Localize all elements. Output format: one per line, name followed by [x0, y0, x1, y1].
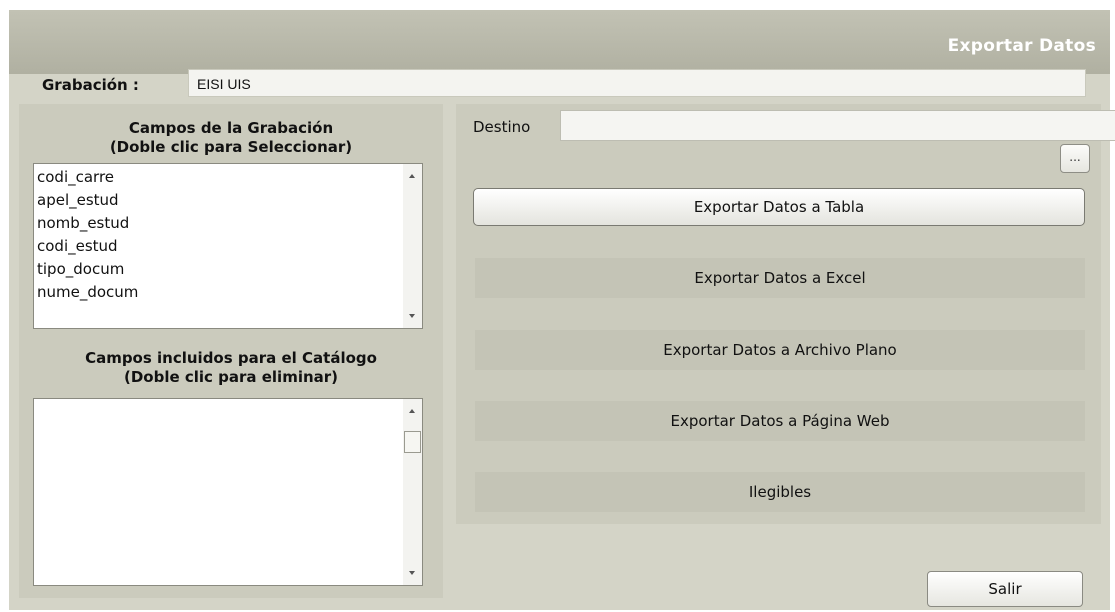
export-web-page-button[interactable]: Exportar Datos a Página Web — [475, 401, 1085, 441]
list-item[interactable]: codi_carre — [37, 166, 138, 189]
export-panel: Destino — [456, 104, 1115, 524]
recording-field[interactable]: EISI UIS — [188, 69, 1086, 97]
export-excel-button[interactable]: Exportar Datos a Excel — [475, 258, 1085, 298]
export-flat-file-button[interactable]: Exportar Datos a Archivo Plano — [475, 330, 1085, 370]
scroll-down-icon[interactable] — [409, 571, 415, 575]
destination-field[interactable] — [560, 110, 1115, 141]
illegible-button[interactable]: Ilegibles — [475, 472, 1085, 512]
scroll-down-icon[interactable] — [409, 314, 415, 318]
recording-label: Grabación : — [42, 76, 139, 94]
exit-button[interactable]: Salir — [927, 571, 1083, 607]
fields-heading-hint: (Doble clic para Seleccionar) — [109, 138, 353, 156]
browse-button[interactable]: ... — [1060, 144, 1090, 173]
scroll-thumb[interactable] — [404, 431, 421, 453]
catalog-heading-title: Campos incluidos para el Catálogo — [85, 349, 377, 367]
recording-fields-list[interactable]: codi_carre apel_estud nomb_estud codi_es… — [33, 163, 423, 329]
scroll-up-icon[interactable] — [409, 409, 415, 413]
list-item[interactable]: nume_docum — [37, 281, 138, 304]
catalog-list-scrollbar[interactable] — [403, 399, 422, 585]
catalog-heading: Campos incluidos para el Catálogo (Doble… — [19, 349, 443, 387]
export-table-button[interactable]: Exportar Datos a Tabla — [473, 188, 1085, 226]
window-title: Exportar Datos — [947, 36, 1096, 56]
list-item[interactable]: apel_estud — [37, 189, 138, 212]
title-bar: Exportar Datos — [9, 10, 1110, 74]
fields-heading-title: Campos de la Grabación — [128, 119, 334, 137]
catalog-heading-hint: (Doble clic para eliminar) — [123, 368, 339, 386]
fields-panel: Campos de la Grabación (Doble clic para … — [19, 104, 443, 598]
list-item[interactable]: nomb_estud — [37, 212, 138, 235]
fields-heading: Campos de la Grabación (Doble clic para … — [19, 119, 443, 157]
catalog-fields-list[interactable] — [33, 398, 423, 586]
fields-list-scrollbar[interactable] — [403, 164, 422, 328]
list-item[interactable]: tipo_docum — [37, 258, 138, 281]
list-item[interactable]: codi_estud — [37, 235, 138, 258]
destination-label: Destino — [473, 118, 531, 136]
scroll-up-icon[interactable] — [409, 174, 415, 178]
